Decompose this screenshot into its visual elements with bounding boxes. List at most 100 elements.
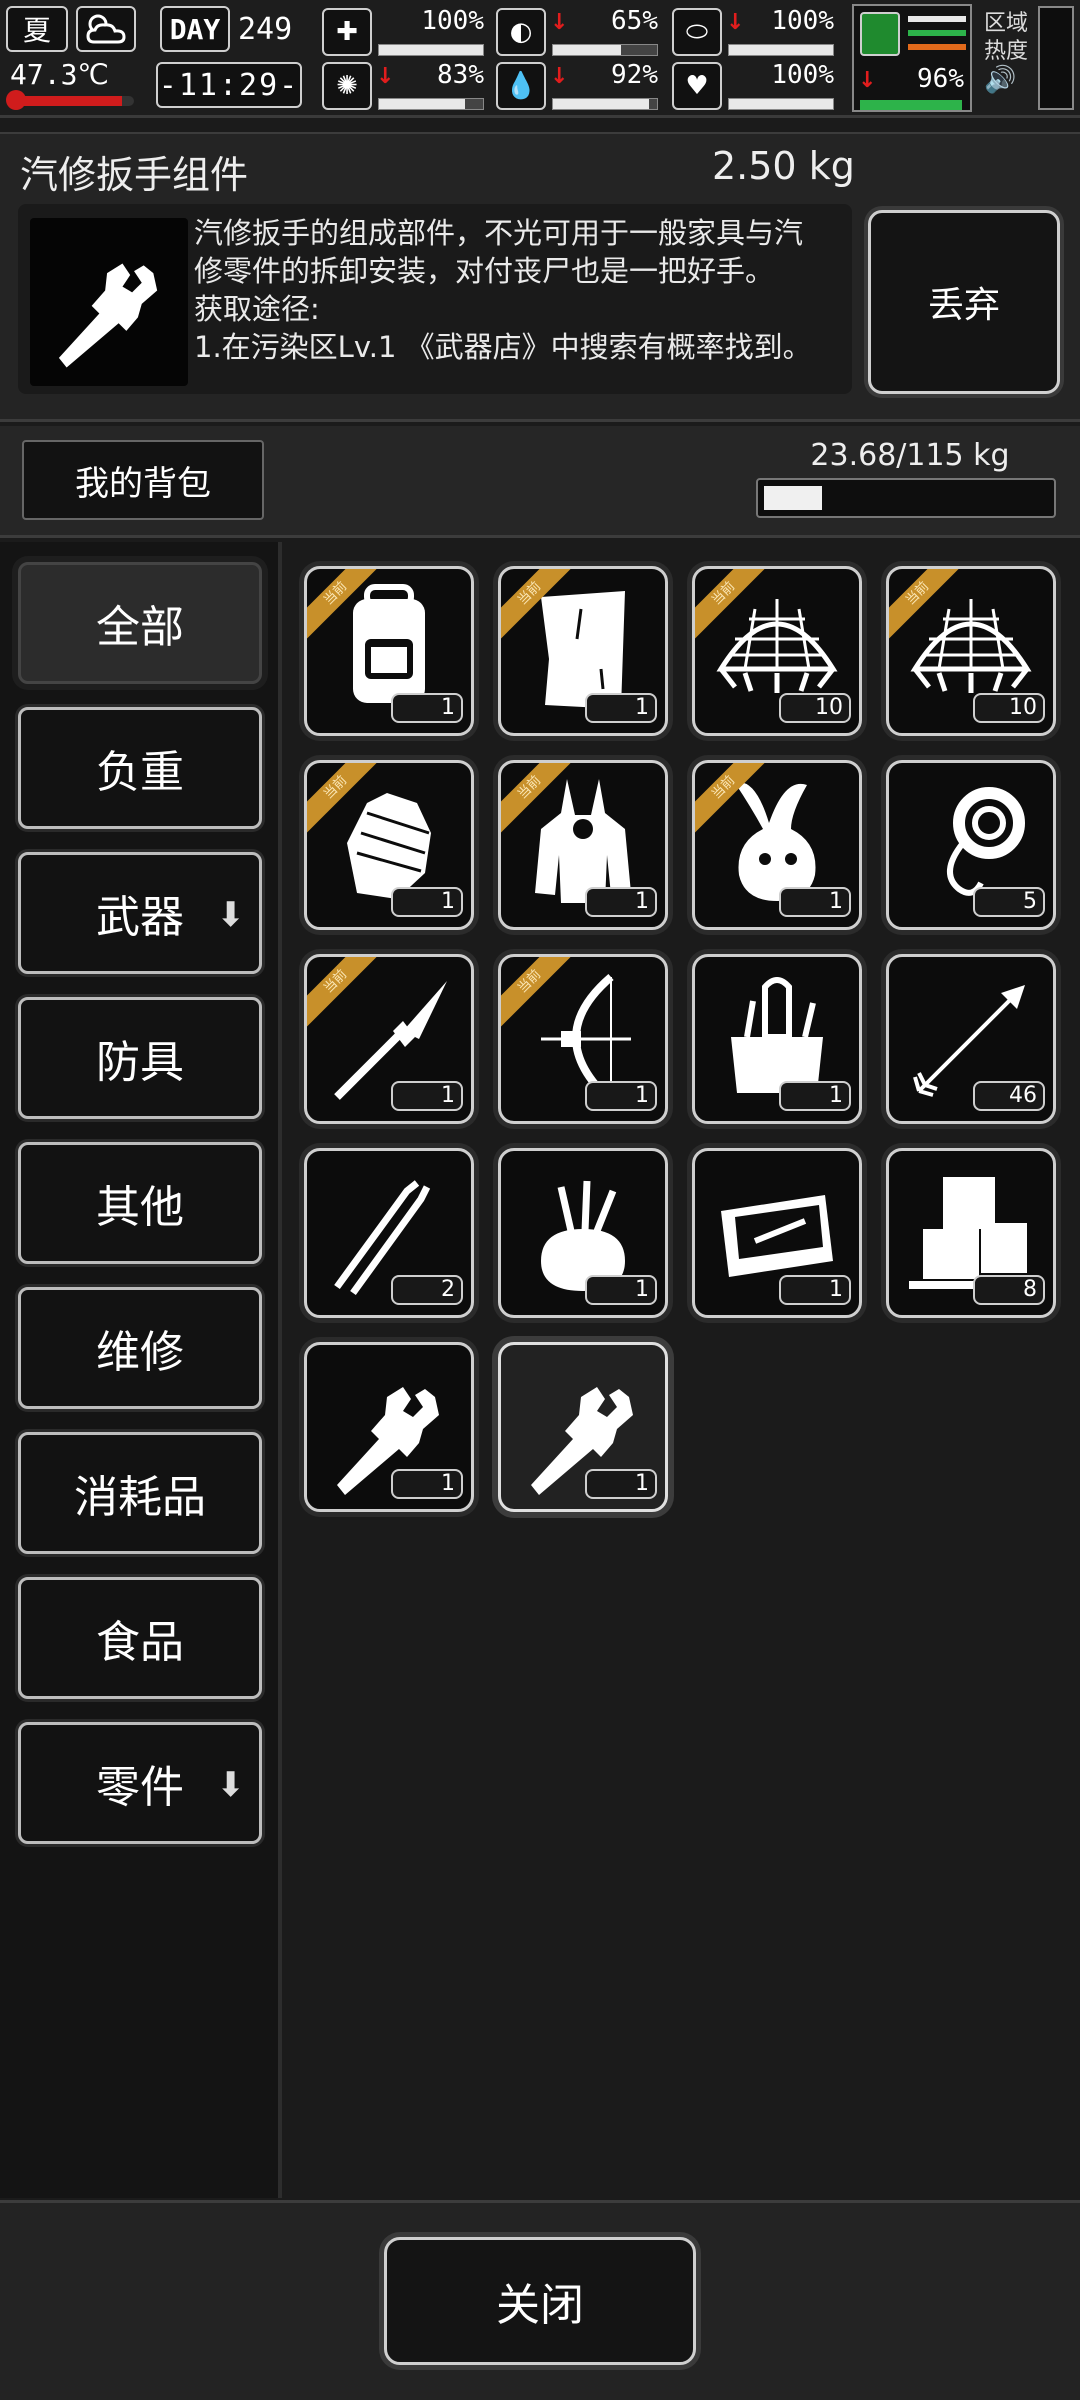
- stamina-bar: [860, 100, 962, 110]
- stat-value: 100%: [421, 6, 484, 36]
- category-label: 武器: [96, 892, 184, 943]
- season-badge: 夏: [6, 6, 68, 52]
- inventory-slot[interactable]: 当前 1: [692, 760, 862, 930]
- stat-value: 92%: [611, 60, 658, 90]
- stomach-icon: ◐: [496, 8, 546, 56]
- item-count: 1: [391, 693, 463, 723]
- inventory-slot[interactable]: 1: [692, 1148, 862, 1318]
- item-count: 1: [779, 887, 851, 917]
- item-count: 1: [391, 1081, 463, 1111]
- item-count: 10: [973, 693, 1045, 723]
- zone-heat[interactable]: 区域 热度 🔊: [984, 10, 1028, 94]
- stat-brain: ✺ ↓ 83%: [322, 60, 492, 112]
- category-sidebar: 全部负重武器 ⬇ 防具其他维修消耗品食品零件 ⬇: [0, 542, 282, 2198]
- discard-button[interactable]: 丢弃: [868, 210, 1060, 394]
- inventory-slot[interactable]: 1: [498, 1342, 668, 1512]
- bag-weight-text: 23.68/115 kg: [810, 438, 1010, 473]
- zone-label: 区域: [984, 11, 1029, 36]
- inventory-slot[interactable]: 当前 10: [692, 566, 862, 736]
- category-tab[interactable]: 武器 ⬇: [18, 852, 262, 974]
- item-count: 1: [779, 1081, 851, 1111]
- item-description-box: 汽修扳手的组成部件，不光可用于一般家具与汽 修零件的拆卸安装，对付丧尸也是一把好…: [18, 204, 852, 394]
- item-name: 汽修扳手组件: [20, 153, 249, 197]
- stat-value: 100%: [771, 60, 834, 90]
- inventory-slot[interactable]: 当前 1: [304, 566, 474, 736]
- category-label: 全部: [96, 602, 184, 653]
- item-count: 10: [779, 693, 851, 723]
- inventory-slot[interactable]: 8: [886, 1148, 1056, 1318]
- category-tab[interactable]: 食品: [18, 1577, 262, 1699]
- clock: -11:29-: [156, 62, 302, 108]
- bag-weight-bar: [756, 478, 1056, 518]
- cloudy-sun-icon: [76, 6, 136, 52]
- inventory-slot[interactable]: 当前 1: [498, 760, 668, 930]
- heat-label: 热度: [984, 39, 1029, 64]
- inventory-slot[interactable]: 46: [886, 954, 1056, 1124]
- category-tab[interactable]: 其他: [18, 1142, 262, 1264]
- stat-thirst: 💧 ↓ 92%: [496, 60, 666, 112]
- item-count: 1: [585, 1469, 657, 1499]
- pill-icon: ⬭: [672, 8, 722, 56]
- stat-pill: ⬭ ↓ 100%: [672, 6, 842, 58]
- inventory-slot[interactable]: 当前 1: [498, 954, 668, 1124]
- expand-arrow-icon: ⬇: [216, 895, 246, 935]
- day-label: DAY: [160, 6, 230, 52]
- category-tab[interactable]: 全部: [18, 562, 262, 684]
- stat-bar: [552, 44, 658, 56]
- item-count: 1: [391, 1469, 463, 1499]
- category-label: 防具: [96, 1037, 184, 1088]
- inventory-slot[interactable]: 当前 1: [304, 954, 474, 1124]
- backpack-header: 我的背包 23.68/115 kg: [0, 426, 1080, 538]
- item-count: 1: [585, 1081, 657, 1111]
- stat-bar: [728, 44, 834, 56]
- inventory-slot[interactable]: 5: [886, 760, 1056, 930]
- my-backpack-tab[interactable]: 我的背包: [22, 440, 264, 520]
- item-count: 2: [391, 1275, 463, 1305]
- item-detail-panel: 汽修扳手组件 2.50 kg 汽修扳手的组成部件，不光可用于一般家具与汽 修零件…: [0, 132, 1080, 422]
- temperature-readout: 47.3℃: [10, 58, 109, 91]
- category-tab[interactable]: 维修: [18, 1287, 262, 1409]
- down-arrow-icon: ↓: [376, 64, 395, 89]
- stat-mood: ♥ 100%: [672, 60, 842, 112]
- zone-heat-meter: [1038, 6, 1074, 110]
- stat-value: 100%: [771, 6, 834, 36]
- wrench-knife-icon: [30, 218, 188, 386]
- expand-arrow-icon: ⬇: [216, 1765, 246, 1805]
- item-count: 46: [973, 1081, 1045, 1111]
- category-label: 维修: [96, 1327, 184, 1378]
- category-label: 零件: [96, 1762, 184, 1813]
- inventory-slot[interactable]: 当前 1: [304, 760, 474, 930]
- category-label: 消耗品: [74, 1472, 206, 1523]
- inventory-slot[interactable]: 1: [692, 954, 862, 1124]
- inventory-slot[interactable]: 1: [498, 1148, 668, 1318]
- category-tab[interactable]: 消耗品: [18, 1432, 262, 1554]
- inventory-grid: 当前 1 当前 1 当前 10 当前 10 当前 1 当前 1 当前 1 5 当前 1 当前 1 1 46 2 1 1 8 1 1: [286, 542, 1080, 2198]
- item-count: 8: [973, 1275, 1045, 1305]
- stat-bar: [378, 44, 484, 56]
- medkit-icon: ✚: [322, 8, 372, 56]
- category-tab[interactable]: 负重: [18, 707, 262, 829]
- speaker-icon[interactable]: 🔊: [984, 66, 1028, 94]
- stat-bar: [552, 98, 658, 110]
- stat-hunger: ◐ ↓ 65%: [496, 6, 666, 58]
- inventory-slot[interactable]: 2: [304, 1148, 474, 1318]
- category-tab[interactable]: 零件 ⬇: [18, 1722, 262, 1844]
- stamina-value: 96%: [917, 64, 964, 94]
- heart-icon: ♥: [672, 62, 722, 110]
- footer: 关闭: [0, 2200, 1080, 2400]
- item-weight: 2.50 kg: [712, 144, 855, 188]
- item-count: 1: [585, 1275, 657, 1305]
- category-label: 食品: [96, 1617, 184, 1668]
- category-tab[interactable]: 防具: [18, 997, 262, 1119]
- inventory-slot[interactable]: 当前 10: [886, 566, 1056, 736]
- thermometer-icon: [6, 90, 26, 110]
- stat-bar: [728, 98, 834, 110]
- stat-health: ✚ 100%: [322, 6, 492, 58]
- close-button[interactable]: 关闭: [384, 2237, 696, 2365]
- item-count: 5: [973, 887, 1045, 917]
- stamina-down-arrow: ↓: [858, 68, 877, 93]
- down-arrow-icon: ↓: [550, 64, 569, 89]
- inventory-slot[interactable]: 当前 1: [498, 566, 668, 736]
- inventory-slot[interactable]: 1: [304, 1342, 474, 1512]
- brain-icon: ✺: [322, 62, 372, 110]
